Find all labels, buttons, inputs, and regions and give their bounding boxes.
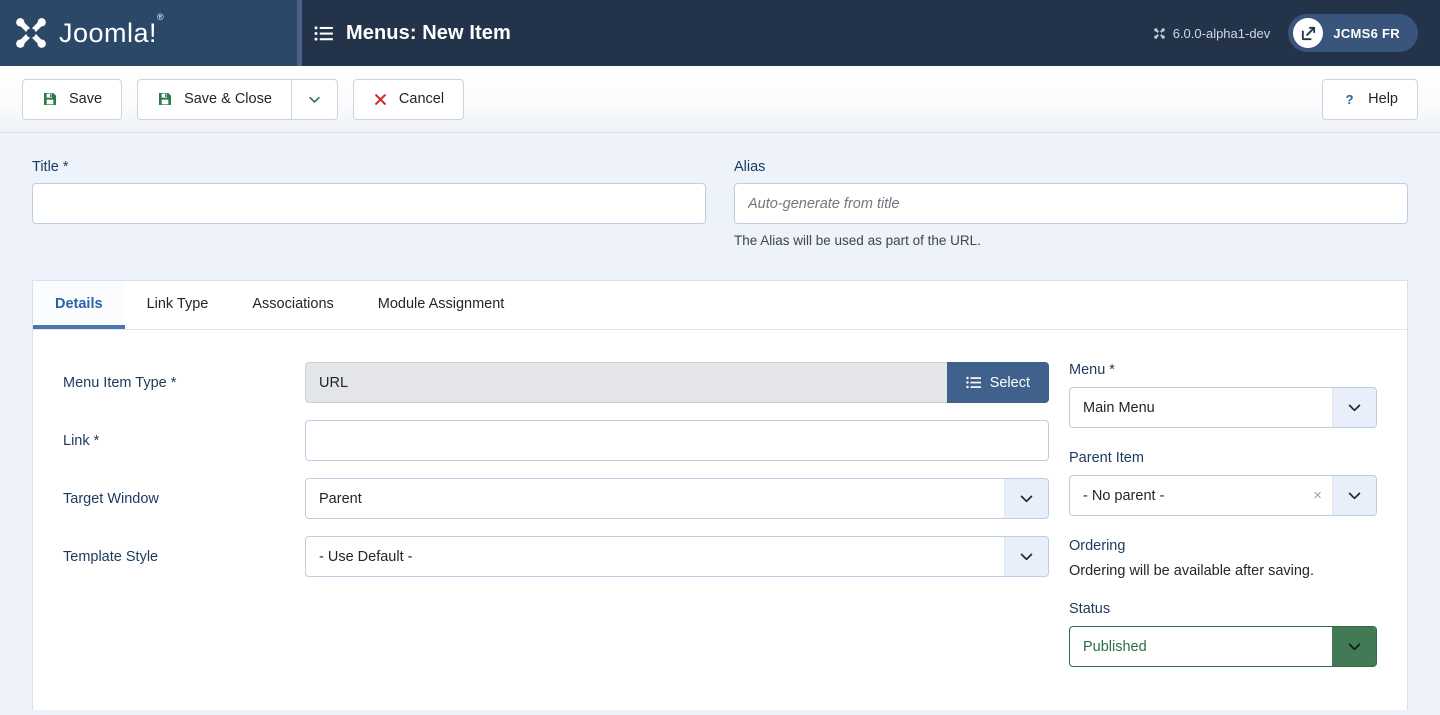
target-window-label: Target Window <box>63 490 159 507</box>
menu-item-type-row: Menu Item Type * URL Select <box>63 362 1049 403</box>
joomla-mark-icon <box>16 18 46 48</box>
cancel-button-label: Cancel <box>398 91 445 107</box>
save-close-split-button: Save & Close <box>137 78 338 120</box>
site-link-label: JCMS6 FR <box>1333 25 1400 41</box>
question-mark-icon: ? <box>1342 91 1357 108</box>
tab-module-assignment[interactable]: Module Assignment <box>356 281 527 329</box>
alias-field-group: Alias The Alias will be used as part of … <box>734 159 1408 248</box>
target-window-value: Parent <box>319 490 362 507</box>
details-panel: Details Link Type Associations Module As… <box>32 280 1408 710</box>
site-link-button[interactable]: JCMS6 FR <box>1288 14 1418 52</box>
alias-help-text: The Alias will be used as part of the UR… <box>734 233 981 248</box>
parent-item-field-group: Parent Item - No parent - × <box>1069 450 1377 516</box>
status-field-group: Status Published <box>1069 601 1377 667</box>
title-input[interactable] <box>32 183 706 224</box>
template-style-select[interactable]: - Use Default - <box>305 536 1049 577</box>
list-icon <box>314 25 333 41</box>
help-button-label: Help <box>1368 91 1398 107</box>
link-row: Link * <box>63 420 1049 461</box>
save-and-close-label: Save & Close <box>184 91 272 107</box>
title-field-group: Title * <box>32 159 706 248</box>
tab-bar: Details Link Type Associations Module As… <box>33 281 1407 330</box>
menu-item-type-label: Menu Item Type * <box>63 374 177 391</box>
help-button[interactable]: ? Help <box>1322 78 1418 120</box>
toolbar-left-group: Save Save & Close Cancel <box>22 78 465 120</box>
save-disk-icon <box>157 91 173 107</box>
save-button-label: Save <box>69 91 103 107</box>
toolbar: Save Save & Close Cancel ? Help <box>0 66 1440 133</box>
external-link-icon <box>1293 18 1324 48</box>
link-input[interactable] <box>305 420 1049 461</box>
top-header-bar: Joomla!® Menus: New Item 6.0.0-alpha1-de… <box>0 0 1440 66</box>
alias-label: Alias <box>734 159 766 175</box>
joomla-logo[interactable]: Joomla!® <box>12 11 165 52</box>
chevron-down-icon <box>307 92 322 107</box>
version-text: 6.0.0-alpha1-dev <box>1172 25 1271 41</box>
chevron-down-icon <box>1332 476 1376 515</box>
save-disk-icon <box>42 91 58 107</box>
title-alias-row: Title * Alias The Alias will be used as … <box>0 133 1440 248</box>
chevron-down-icon <box>1004 537 1048 576</box>
status-label: Status <box>1069 601 1111 617</box>
parent-item-select[interactable]: - No parent - × <box>1069 475 1377 516</box>
page-title-area: Menus: New Item <box>302 0 1153 66</box>
chevron-down-icon <box>1332 388 1376 427</box>
save-button[interactable]: Save <box>22 78 123 120</box>
svg-text:?: ? <box>1346 91 1354 106</box>
tab-details[interactable]: Details <box>33 281 125 329</box>
details-tab-panel: Menu Item Type * URL Select Link * Targe… <box>33 330 1407 709</box>
select-button-label: Select <box>989 374 1030 391</box>
template-style-label: Template Style <box>63 548 159 565</box>
menu-value: Main Menu <box>1083 399 1155 416</box>
menu-item-type-value: URL <box>305 362 947 403</box>
target-window-select[interactable]: Parent <box>305 478 1049 519</box>
save-and-close-button[interactable]: Save & Close <box>137 78 292 120</box>
joomla-mark-icon <box>1153 27 1165 39</box>
list-icon <box>965 376 981 389</box>
alias-input[interactable] <box>734 183 1408 224</box>
details-side-column: Menu * Main Menu Parent Item - No parent… <box>1069 362 1377 689</box>
brand-trademark: ® <box>157 11 165 22</box>
menu-item-type-select-button[interactable]: Select <box>946 362 1049 403</box>
parent-item-label: Parent Item <box>1069 450 1144 466</box>
version-indicator: 6.0.0-alpha1-dev <box>1153 25 1271 41</box>
status-select[interactable]: Published <box>1069 626 1377 667</box>
chevron-down-icon <box>1004 479 1048 518</box>
ordering-field-group: Ordering Ordering will be available afte… <box>1069 538 1377 579</box>
link-label: Link * <box>63 432 100 449</box>
cancel-button[interactable]: Cancel <box>352 78 465 120</box>
chevron-down-icon <box>1332 627 1376 666</box>
brand-logo-area[interactable]: Joomla!® <box>0 0 297 66</box>
tab-associations[interactable]: Associations <box>230 281 355 329</box>
tab-link-type[interactable]: Link Type <box>125 281 231 329</box>
save-options-dropdown-button[interactable] <box>290 78 338 120</box>
target-window-row: Target Window Parent <box>63 478 1049 519</box>
template-style-row: Template Style - Use Default - <box>63 536 1049 577</box>
clear-icon[interactable]: × <box>1303 488 1332 503</box>
header-right-area: 6.0.0-alpha1-dev JCMS6 FR <box>1153 0 1440 66</box>
ordering-label: Ordering <box>1069 538 1126 554</box>
template-style-value: - Use Default - <box>319 548 413 565</box>
details-main-column: Menu Item Type * URL Select Link * Targe… <box>63 362 1049 689</box>
page-title: Menus: New Item <box>346 21 511 44</box>
close-x-icon <box>373 92 388 107</box>
toolbar-right-group: ? Help <box>1322 78 1418 120</box>
title-label: Title * <box>32 159 69 175</box>
status-value: Published <box>1083 638 1147 655</box>
menu-label: Menu * <box>1069 362 1115 378</box>
ordering-note: Ordering will be available after saving. <box>1069 563 1315 579</box>
brand-name: Joomla!® <box>59 11 165 48</box>
content-area: Title * Alias The Alias will be used as … <box>0 133 1440 715</box>
parent-item-value: - No parent - <box>1083 487 1165 504</box>
menu-select[interactable]: Main Menu <box>1069 387 1377 428</box>
menu-field-group: Menu * Main Menu <box>1069 362 1377 428</box>
